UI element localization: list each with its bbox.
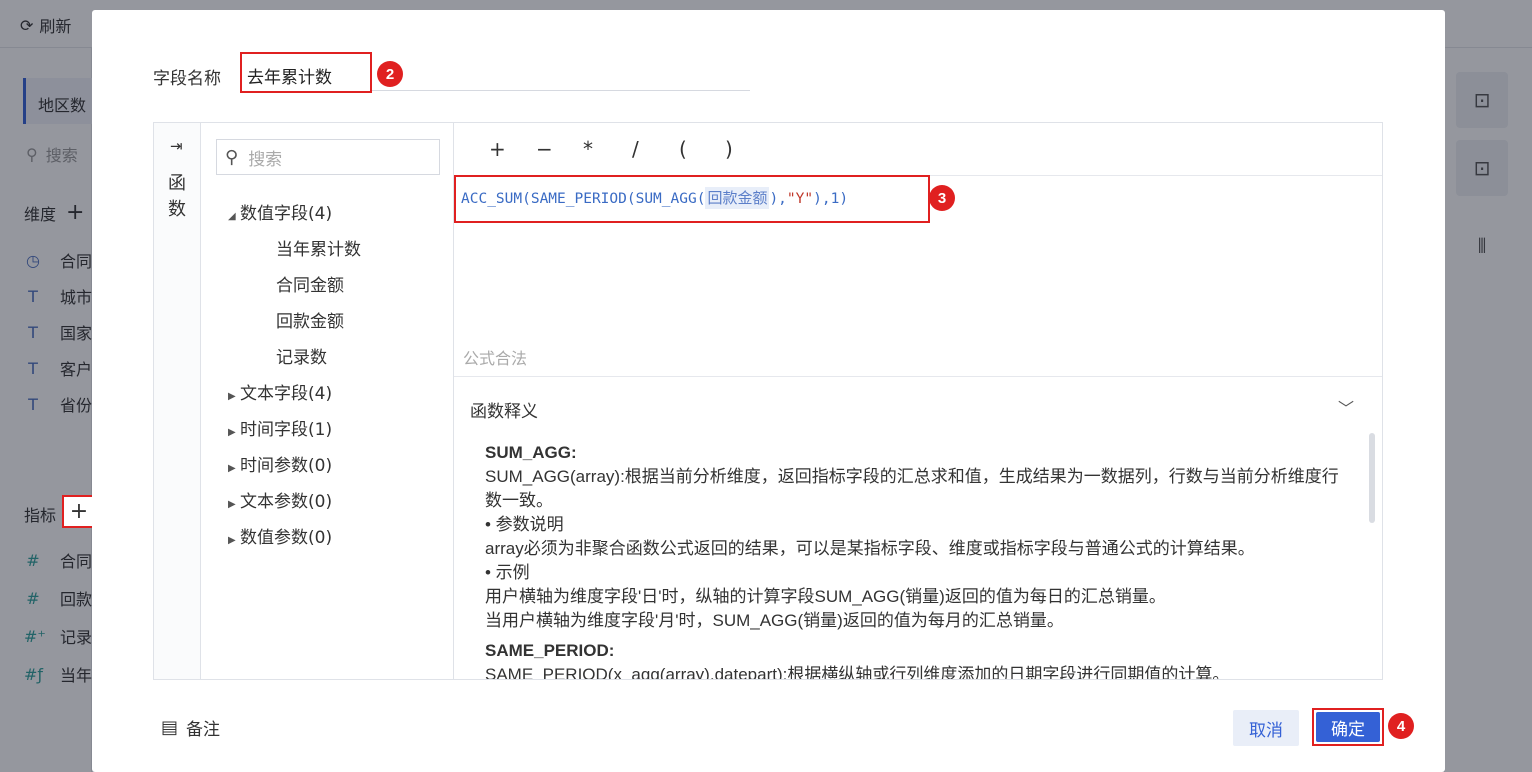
- expand-triangle-icon: ▶: [228, 391, 236, 402]
- field-tree: ⚲ 搜索 ◢ 数值字段(4) 当年累计数 合同金额 回款金额 记录数 ▶ 文本字段(…: [201, 123, 454, 679]
- tree-leaf[interactable]: 当年累计数: [276, 235, 361, 260]
- annotation-badge-2: 2: [377, 61, 403, 87]
- formula-text[interactable]: ACC_SUM(SAME_PERIOD(SUM_AGG(回款金额),"Y"),1…: [461, 187, 848, 209]
- note-button[interactable]: ▤ 备注: [161, 715, 220, 740]
- doc-body: SUM_AGG: SUM_AGG(array):根据当前分析维度，返回指标字段的…: [485, 439, 1355, 679]
- doc-function-name: SAME_PERIOD:: [485, 641, 615, 660]
- collapse-triangle-icon: ◢: [228, 211, 236, 222]
- tree-group-text[interactable]: ▶ 文本字段(4): [228, 379, 332, 404]
- multiply-operator[interactable]: *: [583, 137, 593, 161]
- search-icon: ⚲: [225, 146, 239, 168]
- doc-line: 用户横轴为维度字段'日'时，纵轴的计算字段SUM_AGG(销量)返回的值为每日的…: [485, 587, 1166, 606]
- expand-triangle-icon: ▶: [228, 463, 236, 474]
- function-rail[interactable]: ⇥ 函数: [154, 123, 201, 679]
- validation-status: 公式合法: [463, 349, 528, 368]
- doc-line: 当用户横轴为维度字段'月'时，SUM_AGG(销量)返回的值为每月的汇总销量。: [485, 611, 1064, 630]
- doc-scrollbar[interactable]: [1369, 433, 1375, 523]
- doc-line: SAME_PERIOD(x_agg(array),datepart):根据横纵轴…: [485, 665, 1230, 679]
- divide-operator[interactable]: /: [632, 137, 639, 161]
- function-doc-panel: 函数释义 ﹀ SUM_AGG: SUM_AGG(array):根据当前分析维度，…: [454, 376, 1382, 679]
- note-icon: ▤: [161, 717, 179, 738]
- chevron-down-icon[interactable]: ﹀: [1338, 395, 1354, 419]
- expand-arrow-icon[interactable]: ⇥: [170, 137, 183, 155]
- tree-search-input[interactable]: ⚲ 搜索: [216, 139, 440, 175]
- cancel-button[interactable]: 取消: [1233, 710, 1299, 746]
- doc-line: • 示例: [485, 563, 530, 582]
- tree-group-numeric-param[interactable]: ▶ 数值参数(0): [228, 523, 332, 548]
- add-metric-button[interactable]: +: [62, 495, 96, 528]
- annotation-badge-4: 4: [1388, 713, 1414, 739]
- expand-triangle-icon: ▶: [228, 535, 236, 546]
- formula-editor: ⇥ 函数 ⚲ 搜索 ◢ 数值字段(4) 当年累计数 合同金额 回款金额 记录数 ▶…: [153, 122, 1383, 680]
- field-name-label: 字段名称: [153, 69, 221, 89]
- field-token[interactable]: 回款金额: [705, 187, 770, 209]
- doc-header: 函数释义: [470, 402, 538, 422]
- tree-leaf[interactable]: 合同金额: [276, 271, 344, 296]
- operator-bar: + − * / ( ): [454, 123, 1382, 176]
- doc-function-name: SUM_AGG:: [485, 443, 577, 462]
- calculated-field-dialog: 字段名称 去年累计数 2 ⇥ 函数 ⚲ 搜索 ◢ 数值字段(4) 当年累计数 合同…: [92, 10, 1445, 772]
- ok-highlight: 确定: [1312, 708, 1384, 746]
- formula-input[interactable]: [454, 223, 1382, 333]
- doc-line: • 参数说明: [485, 515, 564, 534]
- tree-group-text-param[interactable]: ▶ 文本参数(0): [228, 487, 332, 512]
- tree-leaf[interactable]: 回款金额: [276, 307, 344, 332]
- expand-triangle-icon: ▶: [228, 427, 236, 438]
- formula-area: + − * / ( ) ACC_SUM(SAME_PERIOD(SUM_AGG(…: [454, 123, 1382, 679]
- open-paren-operator[interactable]: (: [679, 137, 687, 161]
- close-paren-operator[interactable]: ): [725, 137, 733, 161]
- confirm-button[interactable]: 确定: [1316, 712, 1380, 742]
- tree-group-time[interactable]: ▶ 时间字段(1): [228, 415, 332, 440]
- expand-triangle-icon: ▶: [228, 499, 236, 510]
- function-rail-label[interactable]: 函数: [167, 171, 187, 223]
- doc-line: SUM_AGG(array):根据当前分析维度，返回指标字段的汇总求和值，生成结…: [485, 467, 1339, 510]
- annotation-badge-3: 3: [929, 185, 955, 211]
- plus-operator[interactable]: +: [489, 137, 506, 161]
- tree-group-time-param[interactable]: ▶ 时间参数(0): [228, 451, 332, 476]
- tree-leaf[interactable]: 记录数: [276, 343, 327, 368]
- tree-group-numeric[interactable]: ◢ 数值字段(4): [228, 199, 332, 224]
- doc-line: array必须为非聚合函数公式返回的结果，可以是某指标字段、维度或指标字段与普通…: [485, 539, 1255, 558]
- field-name-input[interactable]: 去年累计数: [240, 52, 372, 93]
- minus-operator[interactable]: −: [536, 137, 553, 161]
